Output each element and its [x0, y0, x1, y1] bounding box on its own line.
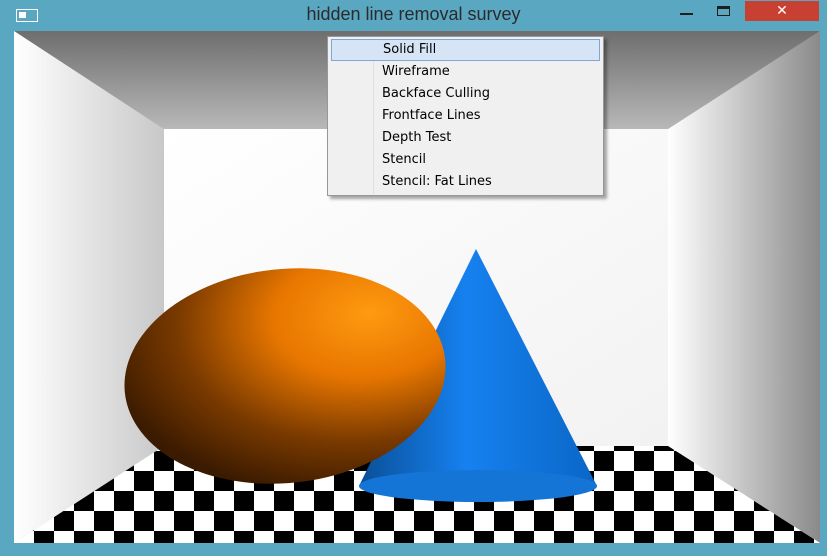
minimize-button[interactable]	[674, 1, 701, 22]
menu-item-solid-fill[interactable]: Solid Fill	[331, 39, 600, 61]
close-button[interactable]: ✕	[745, 1, 819, 21]
menu-item-frontface-lines[interactable]: Frontface Lines	[331, 105, 600, 127]
menu-item-stencil-fat-lines[interactable]: Stencil: Fat Lines	[331, 171, 600, 193]
menu-item-depth-test[interactable]: Depth Test	[331, 127, 600, 149]
maximize-button[interactable]	[711, 1, 738, 22]
menu-item-wireframe[interactable]: Wireframe	[331, 61, 600, 83]
context-menu: Solid Fill Wireframe Backface Culling Fr…	[327, 36, 604, 196]
menu-item-backface-culling[interactable]: Backface Culling	[331, 83, 600, 105]
title-bar[interactable]: hidden line removal survey ✕	[0, 0, 827, 31]
window-title: hidden line removal survey	[306, 4, 521, 24]
menu-item-stencil[interactable]: Stencil	[331, 149, 600, 171]
app-window: hidden line removal survey ✕ Solid Fill …	[0, 0, 827, 556]
